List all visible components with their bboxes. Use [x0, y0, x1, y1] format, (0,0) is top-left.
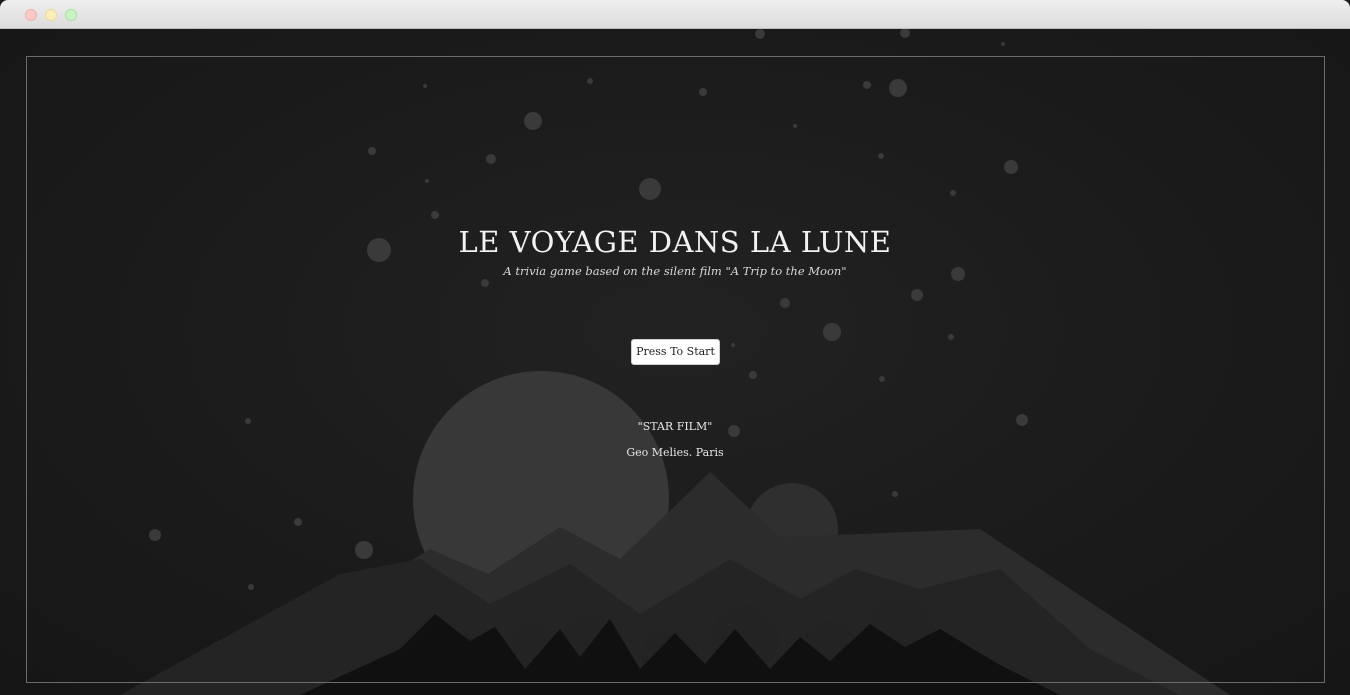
- maker-label: Geo Melies. Paris: [626, 446, 724, 459]
- browser-window: LE VOYAGE DANS LA LUNE A trivia game bas…: [0, 0, 1350, 695]
- star: [731, 343, 735, 347]
- star: [900, 29, 910, 38]
- star: [355, 541, 373, 559]
- star: [1001, 42, 1005, 46]
- star: [481, 279, 489, 287]
- star: [878, 153, 884, 159]
- star: [892, 491, 898, 497]
- star: [889, 79, 907, 97]
- start-button[interactable]: Press To Start: [631, 339, 720, 365]
- star: [699, 88, 707, 96]
- star: [780, 298, 790, 308]
- star: [425, 179, 429, 183]
- star: [149, 529, 161, 541]
- star: [755, 29, 765, 39]
- star: [879, 376, 885, 382]
- star: [948, 334, 954, 340]
- window-titlebar: [0, 0, 1350, 29]
- star: [294, 518, 302, 526]
- star: [793, 124, 797, 128]
- star: [823, 323, 841, 341]
- maximize-window-button[interactable]: [65, 9, 77, 21]
- star: [950, 190, 956, 196]
- close-window-button[interactable]: [25, 9, 37, 21]
- star: [248, 584, 254, 590]
- star: [587, 78, 593, 84]
- star: [524, 112, 542, 130]
- star: [431, 211, 439, 219]
- star: [863, 81, 871, 89]
- star: [911, 289, 923, 301]
- star: [1004, 160, 1018, 174]
- star: [423, 84, 427, 88]
- star: [486, 154, 496, 164]
- game-subtitle: A trivia game based on the silent film "…: [503, 264, 847, 278]
- game-title: LE VOYAGE DANS LA LUNE: [458, 225, 892, 259]
- minimize-window-button[interactable]: [45, 9, 57, 21]
- star: [368, 147, 376, 155]
- star: [749, 371, 757, 379]
- star: [639, 178, 661, 200]
- studio-label: "STAR FILM": [637, 420, 713, 433]
- game-scene: LE VOYAGE DANS LA LUNE A trivia game bas…: [0, 29, 1350, 695]
